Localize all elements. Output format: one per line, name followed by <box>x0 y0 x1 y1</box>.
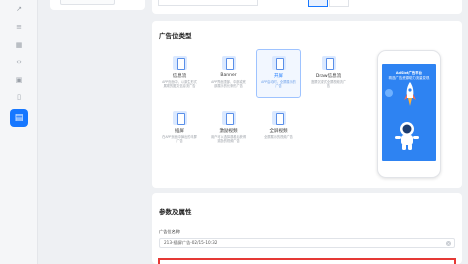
toggle-option-b[interactable] <box>329 0 349 7</box>
icon-rail: ↗ ≡ ▦ ‹› ▣ ▯ ▤ <box>0 0 38 264</box>
ad-slot-name-input[interactable]: 213-插屏广告-02/15-10:32 × <box>159 238 455 248</box>
image-icon[interactable]: ▣ <box>14 75 24 85</box>
phone-preview: AdSlot广告平台 精选广告资源助力流量变现 <box>377 50 441 178</box>
grid-icon[interactable]: ▦ <box>14 40 24 50</box>
tile-name: 开屏 <box>274 74 283 79</box>
section-title-params: 参数及属性 <box>159 208 192 216</box>
astronaut-icon <box>395 122 419 150</box>
tile-desc: 用户可以选择观看后获得奖励的视频广告 <box>210 135 247 144</box>
report-icon[interactable]: ▤ <box>10 109 28 127</box>
list-icon[interactable]: ≡ <box>14 22 24 32</box>
ad-slot-name-label: 广告位名称 <box>159 229 180 234</box>
ad-type-tile-interstitial[interactable]: 插屏 在APP页面中弹出的半屏广告 <box>157 104 202 153</box>
ad-type-tile-splash[interactable]: 开屏 APP启动时，全屏展示的广告 <box>256 49 301 98</box>
ad-slot-name-value: 213-插屏广告-02/15-10:32 <box>164 240 218 245</box>
tile-name: Draw信息流 <box>315 74 342 79</box>
link-icon[interactable]: ↗ <box>14 4 24 14</box>
filter-input[interactable] <box>60 0 115 5</box>
ad-type-tile-banner[interactable]: Banner APP界面顶部、中部或底部展示的长条形广告 <box>206 49 251 98</box>
toggle-option-a[interactable] <box>308 0 328 7</box>
section-title-ad-type: 广告位类型 <box>159 32 192 40</box>
tile-desc: APP页面中，以原生形式展现的图文信息流广告 <box>162 80 197 89</box>
rocket-icon <box>404 82 416 106</box>
splash-preview-screen: AdSlot广告平台 精选广告资源助力流量变现 <box>382 64 436 161</box>
planet-icon <box>385 89 393 97</box>
tile-name: 插屏 <box>175 129 184 134</box>
tile-desc: APP启动时，全屏展示的广告 <box>261 80 296 89</box>
reward-video-icon <box>222 111 236 125</box>
params-card: 参数及属性 广告位名称 213-插屏广告-02/15-10:32 × <box>152 193 462 264</box>
tile-desc: APP界面顶部、中部或底部展示的长条形广告 <box>211 80 246 89</box>
preview-subtitle: 精选广告资源助力流量变现 <box>388 76 430 80</box>
code-icon[interactable]: ‹› <box>14 57 24 67</box>
tile-name: 全屏视频 <box>269 129 288 134</box>
tile-desc: 在APP页面中弹出的半屏广告 <box>162 135 197 144</box>
feed-icon <box>173 56 187 70</box>
splash-icon <box>272 56 286 70</box>
tile-desc: 竖屏沉浸式全屏视频流广告 <box>310 80 347 89</box>
draw-feed-icon <box>322 56 336 70</box>
ad-type-tile-reward-video[interactable]: 激励视频 用户可以选择观看后获得奖励的视频广告 <box>206 104 251 153</box>
top-select-field[interactable] <box>158 0 258 6</box>
document-icon[interactable]: ▯ <box>14 92 24 102</box>
banner-icon <box>222 56 236 70</box>
clear-icon[interactable]: × <box>446 241 451 246</box>
fullscreen-video-icon <box>272 111 286 125</box>
ad-type-tile-feed[interactable]: 信息流 APP页面中，以原生形式展现的图文信息流广告 <box>157 49 202 98</box>
tile-name: Banner <box>220 73 237 78</box>
ad-type-tile-draw-feed[interactable]: Draw信息流 竖屏沉浸式全屏视频流广告 <box>306 49 351 98</box>
tile-name: 信息流 <box>172 74 187 79</box>
tile-name: 激励视频 <box>219 129 238 134</box>
highlighted-field[interactable] <box>158 258 456 264</box>
tile-desc: 全屏展示的视频广告 <box>264 135 293 139</box>
interstitial-icon <box>173 111 187 125</box>
ad-type-tile-fullscreen-video[interactable]: 全屏视频 全屏展示的视频广告 <box>256 104 301 153</box>
